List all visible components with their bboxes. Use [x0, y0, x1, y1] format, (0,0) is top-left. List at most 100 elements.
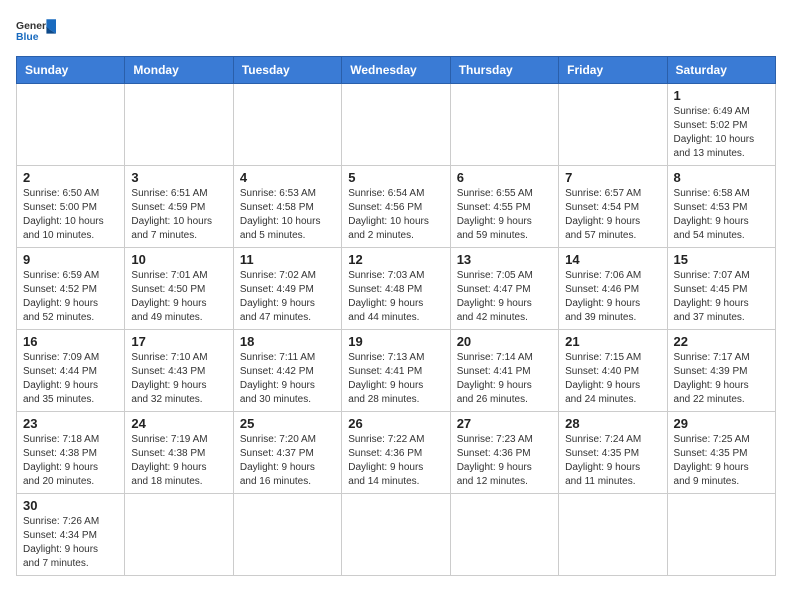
- calendar-cell: [559, 494, 667, 576]
- svg-text:Blue: Blue: [16, 32, 39, 43]
- day-info: Sunrise: 7:17 AM Sunset: 4:39 PM Dayligh…: [674, 351, 769, 407]
- calendar-cell: [450, 494, 558, 576]
- logo: General Blue: [16, 16, 56, 48]
- calendar-cell: [667, 494, 775, 576]
- day-info: Sunrise: 6:49 AM Sunset: 5:02 PM Dayligh…: [674, 105, 769, 161]
- day-info: Sunrise: 7:02 AM Sunset: 4:49 PM Dayligh…: [240, 269, 335, 325]
- day-info: Sunrise: 6:59 AM Sunset: 4:52 PM Dayligh…: [23, 269, 118, 325]
- day-info: Sunrise: 7:03 AM Sunset: 4:48 PM Dayligh…: [348, 269, 443, 325]
- calendar-cell: [450, 84, 558, 166]
- calendar-cell: 26 Sunrise: 7:22 AM Sunset: 4:36 PM Dayli…: [342, 412, 450, 494]
- day-info: Sunrise: 7:10 AM Sunset: 4:43 PM Dayligh…: [131, 351, 226, 407]
- day-info: Sunrise: 7:26 AM Sunset: 4:34 PM Dayligh…: [23, 515, 118, 571]
- calendar-cell: 10 Sunrise: 7:01 AM Sunset: 4:50 PM Dayli…: [125, 248, 233, 330]
- day-number: 23: [23, 416, 118, 431]
- weekday-header-tuesday: Tuesday: [233, 57, 341, 84]
- calendar-cell: 13 Sunrise: 7:05 AM Sunset: 4:47 PM Dayli…: [450, 248, 558, 330]
- day-info: Sunrise: 6:58 AM Sunset: 4:53 PM Dayligh…: [674, 187, 769, 243]
- day-number: 16: [23, 334, 118, 349]
- day-number: 18: [240, 334, 335, 349]
- calendar-cell: 1Sunrise: 6:49 AM Sunset: 5:02 PM Daylig…: [667, 84, 775, 166]
- day-info: Sunrise: 6:57 AM Sunset: 4:54 PM Dayligh…: [565, 187, 660, 243]
- day-number: 29: [674, 416, 769, 431]
- calendar-cell: 4Sunrise: 6:53 AM Sunset: 4:58 PM Daylig…: [233, 166, 341, 248]
- day-info: Sunrise: 7:18 AM Sunset: 4:38 PM Dayligh…: [23, 433, 118, 489]
- calendar-cell: 16 Sunrise: 7:09 AM Sunset: 4:44 PM Dayli…: [17, 330, 125, 412]
- calendar-cell: 8 Sunrise: 6:58 AM Sunset: 4:53 PM Daylig…: [667, 166, 775, 248]
- day-number: 11: [240, 252, 335, 267]
- day-number: 10: [131, 252, 226, 267]
- calendar-cell: 30 Sunrise: 7:26 AM Sunset: 4:34 PM Dayli…: [17, 494, 125, 576]
- calendar-cell: [559, 84, 667, 166]
- day-info: Sunrise: 7:19 AM Sunset: 4:38 PM Dayligh…: [131, 433, 226, 489]
- day-number: 17: [131, 334, 226, 349]
- calendar-cell: 3 Sunrise: 6:51 AM Sunset: 4:59 PM Daylig…: [125, 166, 233, 248]
- day-info: Sunrise: 7:11 AM Sunset: 4:42 PM Dayligh…: [240, 351, 335, 407]
- day-number: 28: [565, 416, 660, 431]
- day-number: 27: [457, 416, 552, 431]
- day-info: Sunrise: 7:06 AM Sunset: 4:46 PM Dayligh…: [565, 269, 660, 325]
- day-number: 12: [348, 252, 443, 267]
- calendar-cell: 18 Sunrise: 7:11 AM Sunset: 4:42 PM Dayli…: [233, 330, 341, 412]
- day-number: 26: [348, 416, 443, 431]
- calendar-cell: [342, 84, 450, 166]
- calendar-cell: 29 Sunrise: 7:25 AM Sunset: 4:35 PM Dayli…: [667, 412, 775, 494]
- calendar-cell: 11 Sunrise: 7:02 AM Sunset: 4:49 PM Dayli…: [233, 248, 341, 330]
- day-info: Sunrise: 7:14 AM Sunset: 4:41 PM Dayligh…: [457, 351, 552, 407]
- day-number: 19: [348, 334, 443, 349]
- calendar-cell: [342, 494, 450, 576]
- day-number: 13: [457, 252, 552, 267]
- calendar-cell: [17, 84, 125, 166]
- day-number: 15: [674, 252, 769, 267]
- page-header: General Blue: [16, 16, 776, 48]
- calendar-cell: 22 Sunrise: 7:17 AM Sunset: 4:39 PM Dayli…: [667, 330, 775, 412]
- day-number: 30: [23, 498, 118, 513]
- calendar-cell: 6Sunrise: 6:55 AM Sunset: 4:55 PM Daylig…: [450, 166, 558, 248]
- weekday-header-wednesday: Wednesday: [342, 57, 450, 84]
- day-number: 8: [674, 170, 769, 185]
- generalblue-logo-icon: General Blue: [16, 16, 56, 48]
- calendar-cell: 5Sunrise: 6:54 AM Sunset: 4:56 PM Daylig…: [342, 166, 450, 248]
- day-info: Sunrise: 7:24 AM Sunset: 4:35 PM Dayligh…: [565, 433, 660, 489]
- calendar-week-row: 1Sunrise: 6:49 AM Sunset: 5:02 PM Daylig…: [17, 84, 776, 166]
- day-info: Sunrise: 7:25 AM Sunset: 4:35 PM Dayligh…: [674, 433, 769, 489]
- calendar-cell: [233, 494, 341, 576]
- calendar-cell: 20Sunrise: 7:14 AM Sunset: 4:41 PM Dayli…: [450, 330, 558, 412]
- calendar-week-row: 2Sunrise: 6:50 AM Sunset: 5:00 PM Daylig…: [17, 166, 776, 248]
- calendar-week-row: 30 Sunrise: 7:26 AM Sunset: 4:34 PM Dayli…: [17, 494, 776, 576]
- day-info: Sunrise: 7:15 AM Sunset: 4:40 PM Dayligh…: [565, 351, 660, 407]
- calendar-cell: [233, 84, 341, 166]
- day-info: Sunrise: 7:01 AM Sunset: 4:50 PM Dayligh…: [131, 269, 226, 325]
- day-info: Sunrise: 7:09 AM Sunset: 4:44 PM Dayligh…: [23, 351, 118, 407]
- calendar-cell: 25 Sunrise: 7:20 AM Sunset: 4:37 PM Dayli…: [233, 412, 341, 494]
- calendar-table: SundayMondayTuesdayWednesdayThursdayFrid…: [16, 56, 776, 576]
- calendar-cell: 27Sunrise: 7:23 AM Sunset: 4:36 PM Dayli…: [450, 412, 558, 494]
- calendar-cell: 17 Sunrise: 7:10 AM Sunset: 4:43 PM Dayli…: [125, 330, 233, 412]
- day-number: 3: [131, 170, 226, 185]
- calendar-cell: 12 Sunrise: 7:03 AM Sunset: 4:48 PM Dayli…: [342, 248, 450, 330]
- day-info: Sunrise: 6:51 AM Sunset: 4:59 PM Dayligh…: [131, 187, 226, 243]
- day-number: 14: [565, 252, 660, 267]
- weekday-header-thursday: Thursday: [450, 57, 558, 84]
- calendar-cell: 21Sunrise: 7:15 AM Sunset: 4:40 PM Dayli…: [559, 330, 667, 412]
- day-number: 7: [565, 170, 660, 185]
- weekday-header-row: SundayMondayTuesdayWednesdayThursdayFrid…: [17, 57, 776, 84]
- calendar-week-row: 16 Sunrise: 7:09 AM Sunset: 4:44 PM Dayli…: [17, 330, 776, 412]
- calendar-cell: 28 Sunrise: 7:24 AM Sunset: 4:35 PM Dayli…: [559, 412, 667, 494]
- day-number: 5: [348, 170, 443, 185]
- calendar-cell: 15Sunrise: 7:07 AM Sunset: 4:45 PM Dayli…: [667, 248, 775, 330]
- calendar-cell: 7 Sunrise: 6:57 AM Sunset: 4:54 PM Daylig…: [559, 166, 667, 248]
- day-info: Sunrise: 7:22 AM Sunset: 4:36 PM Dayligh…: [348, 433, 443, 489]
- calendar-cell: 14 Sunrise: 7:06 AM Sunset: 4:46 PM Dayli…: [559, 248, 667, 330]
- calendar-cell: 19Sunrise: 7:13 AM Sunset: 4:41 PM Dayli…: [342, 330, 450, 412]
- weekday-header-monday: Monday: [125, 57, 233, 84]
- calendar-week-row: 23 Sunrise: 7:18 AM Sunset: 4:38 PM Dayli…: [17, 412, 776, 494]
- day-number: 4: [240, 170, 335, 185]
- calendar-cell: 9 Sunrise: 6:59 AM Sunset: 4:52 PM Daylig…: [17, 248, 125, 330]
- day-number: 22: [674, 334, 769, 349]
- day-number: 9: [23, 252, 118, 267]
- day-info: Sunrise: 7:05 AM Sunset: 4:47 PM Dayligh…: [457, 269, 552, 325]
- calendar-cell: 2Sunrise: 6:50 AM Sunset: 5:00 PM Daylig…: [17, 166, 125, 248]
- day-info: Sunrise: 7:20 AM Sunset: 4:37 PM Dayligh…: [240, 433, 335, 489]
- day-number: 25: [240, 416, 335, 431]
